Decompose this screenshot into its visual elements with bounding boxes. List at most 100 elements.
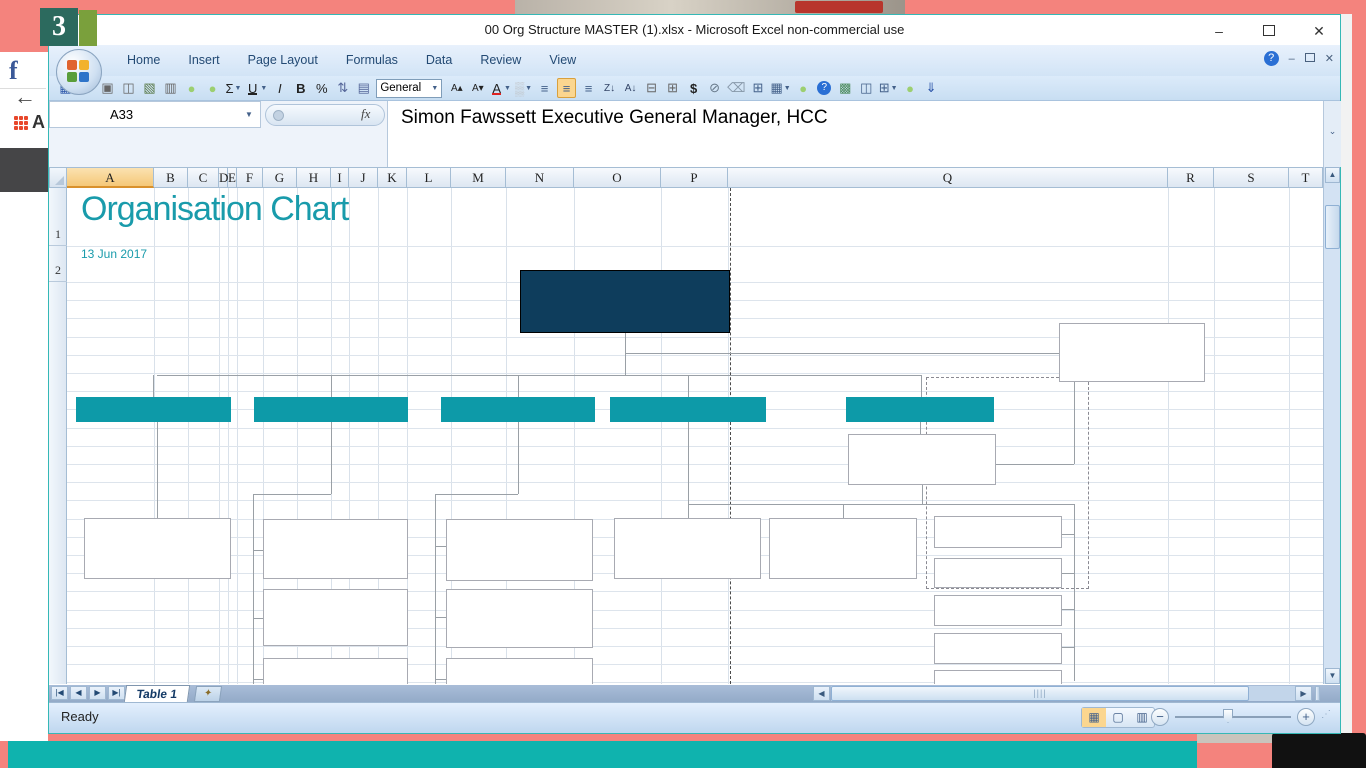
column-header-s[interactable]: S <box>1214 167 1289 188</box>
toolbar-icon-align-center[interactable]: ≡ <box>557 78 577 98</box>
toolbar-icon-print-preview[interactable]: ◫ <box>120 79 137 97</box>
org-box[interactable] <box>934 633 1062 664</box>
desktop-tile-green[interactable] <box>79 10 97 46</box>
org-bar-division[interactable] <box>441 397 595 422</box>
scroll-right-icon[interactable]: ▶ <box>1295 686 1312 701</box>
column-header-f[interactable]: F <box>237 167 263 188</box>
column-header-b[interactable]: B <box>154 167 188 188</box>
ribbon-tab-insert[interactable]: Insert <box>174 45 233 76</box>
sheet-grid[interactable]: Organisation Chart 13 Jun 2017 <box>67 188 1323 684</box>
toolbar-icon-sort-descending[interactable]: Z↓ <box>601 79 618 97</box>
org-bar-division[interactable] <box>846 397 994 422</box>
view-page-layout-button[interactable]: ▢ <box>1106 708 1130 727</box>
column-header-h[interactable]: H <box>297 167 331 188</box>
row-header-1[interactable]: 1 <box>49 188 67 246</box>
org-box[interactable] <box>934 516 1062 548</box>
name-box[interactable]: A33 <box>49 101 261 128</box>
column-header-l[interactable]: L <box>407 167 451 188</box>
workbook-restore-button[interactable] <box>1304 52 1315 65</box>
formula-bar-expand-button[interactable]: ⌄ <box>1323 101 1341 167</box>
org-box[interactable] <box>446 519 593 581</box>
column-header-r[interactable]: R <box>1168 167 1214 188</box>
zoom-slider-track[interactable] <box>1175 716 1291 718</box>
toolbar-icon-italic[interactable]: I <box>271 79 288 97</box>
org-box[interactable] <box>934 595 1062 626</box>
toolbar-icon-help[interactable]: ? <box>816 79 833 97</box>
column-header-o[interactable]: O <box>574 167 661 188</box>
org-box[interactable] <box>1059 323 1205 382</box>
ribbon-tab-review[interactable]: Review <box>466 45 535 76</box>
org-box-executive[interactable] <box>520 270 730 333</box>
org-box[interactable] <box>848 434 996 485</box>
tab-split-handle[interactable] <box>1315 686 1320 701</box>
toolbar-icon-accounting-format[interactable]: $ <box>685 79 702 97</box>
next-sheet-icon[interactable]: ▶ <box>89 686 106 700</box>
ribbon-tab-page-layout[interactable]: Page Layout <box>234 45 332 76</box>
prev-sheet-icon[interactable]: ◀ <box>70 686 87 700</box>
toolbar-icon-print[interactable]: ▣ <box>99 79 116 97</box>
toolbar-icon-table[interactable]: ⊞ <box>749 79 766 97</box>
column-header-e[interactable]: E <box>228 167 237 188</box>
toolbar-icon-wrap-text[interactable]: ⇅ <box>334 79 351 97</box>
scroll-up-icon[interactable]: ▲ <box>1325 167 1340 183</box>
toolbar-icon-picture[interactable]: ▩ <box>837 79 854 97</box>
toolbar-icon-option-green-3[interactable]: ● <box>795 79 812 97</box>
facebook-icon[interactable]: f <box>9 56 31 85</box>
toolbar-icon-percent-style[interactable]: % <box>313 79 330 97</box>
column-header-p[interactable]: P <box>661 167 728 188</box>
toolbar-icon-fill-color[interactable]: ▒ ▼ <box>515 79 532 97</box>
toolbar-icon-more-commands[interactable]: ⇓ <box>923 79 940 97</box>
column-header-n[interactable]: N <box>506 167 574 188</box>
org-box[interactable] <box>614 518 761 579</box>
desktop-tile-3[interactable]: 3 <box>40 8 78 46</box>
ribbon-tab-data[interactable]: Data <box>412 45 466 76</box>
column-header-j[interactable]: J <box>349 167 378 188</box>
row-header-2[interactable]: 2 <box>49 246 67 282</box>
number-format-dropdown[interactable]: General ▼ <box>376 78 443 98</box>
ribbon-tab-formulas[interactable]: Formulas <box>332 45 412 76</box>
toolbar-icon-align-right[interactable]: ≡ <box>580 79 597 97</box>
org-box[interactable] <box>769 518 917 579</box>
maximize-button[interactable] <box>1254 21 1284 41</box>
toolbar-icon-option-green-2[interactable]: ● <box>204 79 221 97</box>
toolbar-icon-option-green-4[interactable]: ● <box>902 79 919 97</box>
toolbar-icon-sort-ascending[interactable]: A↓ <box>622 79 639 97</box>
org-box[interactable] <box>934 558 1062 588</box>
column-header-k[interactable]: K <box>378 167 407 188</box>
org-box[interactable] <box>446 589 593 648</box>
toolbar-icon-format-cells[interactable]: ▤ <box>355 79 372 97</box>
sheet-tab-table1[interactable]: Table 1 <box>123 685 191 702</box>
org-bar-division[interactable] <box>254 397 408 422</box>
column-header-m[interactable]: M <box>451 167 506 188</box>
zoom-out-button[interactable]: − <box>1151 708 1169 726</box>
org-box[interactable] <box>263 519 408 579</box>
name-box-dropdown-icon[interactable]: ▼ <box>245 110 253 119</box>
view-normal-button[interactable]: ▦ <box>1082 708 1106 727</box>
horizontal-scroll-thumb[interactable]: |||| <box>831 686 1249 701</box>
ribbon-minimize-button[interactable]: – <box>1289 53 1295 65</box>
workbook-close-button[interactable]: ✕ <box>1325 52 1334 65</box>
select-all-corner[interactable] <box>49 167 67 188</box>
insert-worksheet-tab[interactable]: ✦ <box>193 686 223 702</box>
ribbon-tab-home[interactable]: Home <box>113 45 174 76</box>
column-header-i[interactable]: I <box>331 167 349 188</box>
scroll-left-icon[interactable]: ◀ <box>813 686 830 701</box>
org-box[interactable] <box>263 589 408 646</box>
apps-grid-icon[interactable] <box>14 116 30 132</box>
toolbar-icon-all-borders[interactable]: ⊞ <box>664 79 681 97</box>
toolbar-icon-paste[interactable]: ▧ <box>141 79 158 97</box>
vertical-scroll-thumb[interactable] <box>1325 205 1340 249</box>
minimize-button[interactable]: – <box>1204 21 1234 41</box>
toolbar-icon-attach[interactable]: ⊘ <box>706 79 723 97</box>
toolbar-icon-underline[interactable]: U ▼ <box>246 79 267 97</box>
org-bar-division[interactable] <box>610 397 766 422</box>
toolbar-icon-font-color[interactable]: A ▼ <box>490 79 511 97</box>
org-bar-division[interactable] <box>76 397 231 422</box>
toolbar-icon-book-pages[interactable]: ◫ <box>858 79 875 97</box>
toolbar-icon-option-green-1[interactable]: ● <box>183 79 200 97</box>
toolbar-icon-decrease-font[interactable]: A▾ <box>469 79 486 97</box>
help-icon[interactable]: ? <box>1263 51 1279 66</box>
toolbar-icon-bold[interactable]: B <box>292 79 309 97</box>
ribbon-tab-view[interactable]: View <box>535 45 590 76</box>
scroll-down-icon[interactable]: ▼ <box>1325 668 1340 684</box>
